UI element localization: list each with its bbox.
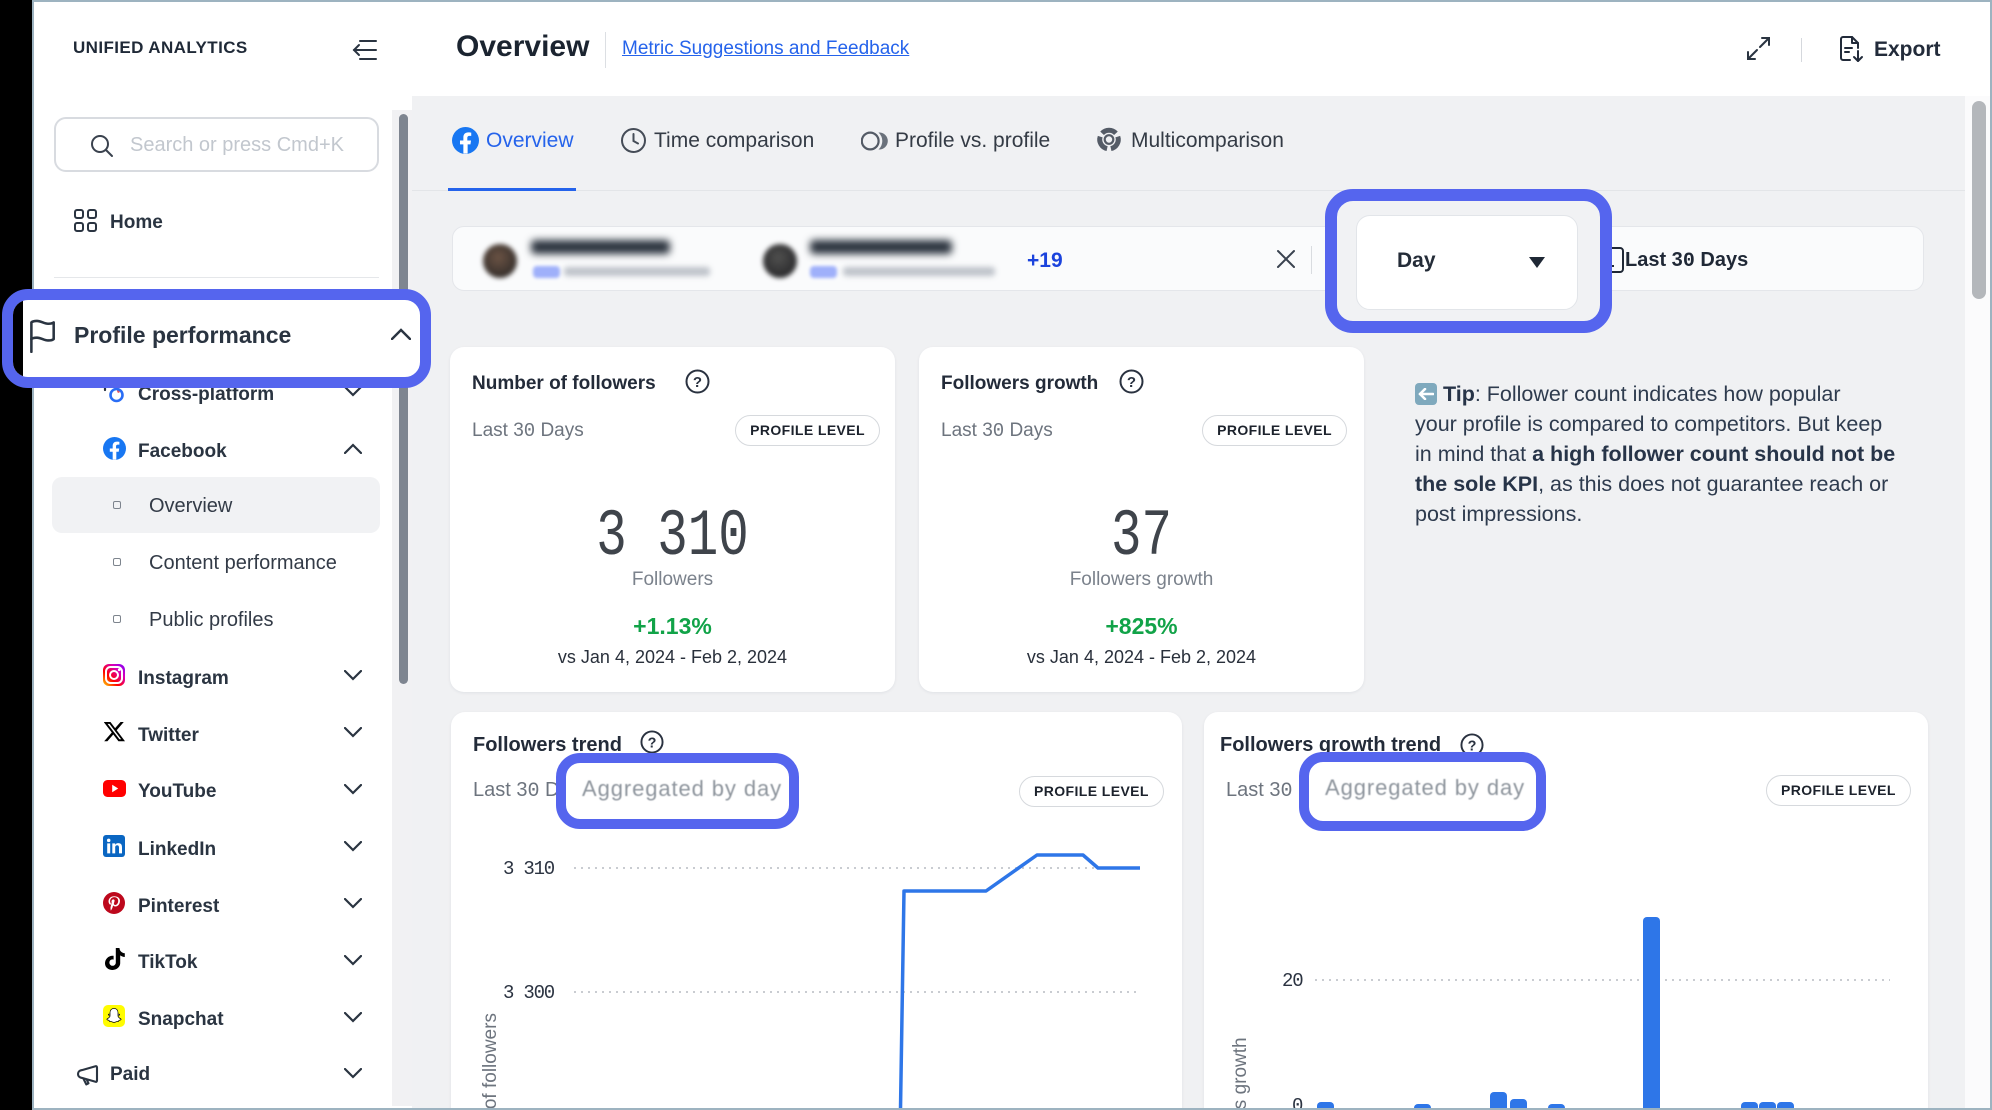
svg-text:?: ? <box>1127 374 1136 391</box>
svg-text:?: ? <box>693 374 702 391</box>
